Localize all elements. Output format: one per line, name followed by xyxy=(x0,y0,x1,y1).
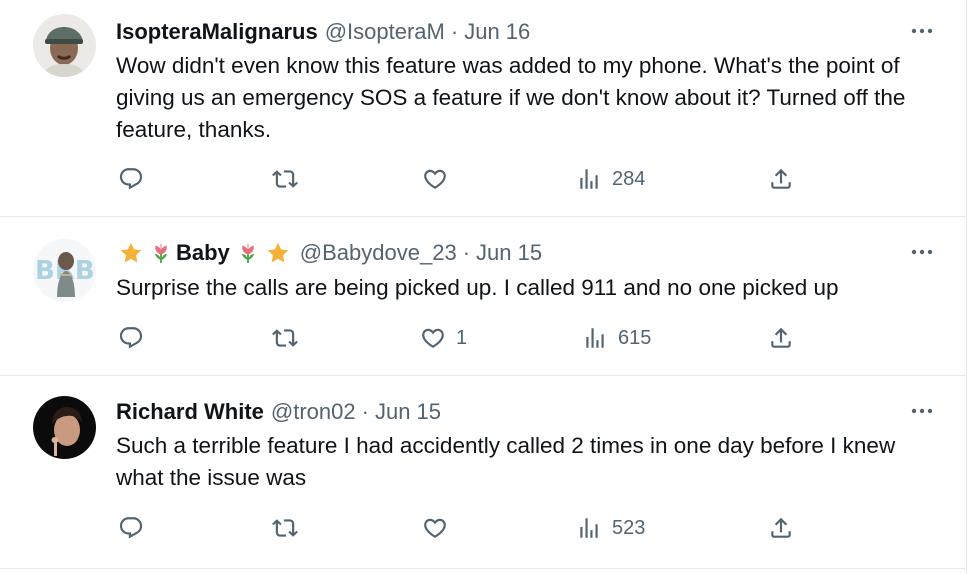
display-name[interactable]: Baby xyxy=(176,240,230,266)
share-button[interactable] xyxy=(768,166,794,192)
display-name[interactable]: Richard White xyxy=(116,399,264,425)
tweet-text: Such a terrible feature I had accidently… xyxy=(116,433,896,490)
more-dots-icon xyxy=(910,27,934,35)
tweet-3[interactable]: Richard White @tron02 · Jun 15 Such a te… xyxy=(0,376,966,569)
views-button[interactable]: 284 xyxy=(576,166,645,192)
tweet-header: IsopteraMalignarus @IsopteraM · Jun 16 xyxy=(116,18,530,46)
reply-button[interactable] xyxy=(118,325,154,351)
like-button[interactable] xyxy=(422,515,458,541)
tweet-1[interactable]: IsopteraMalignarus @IsopteraM · Jun 16 W… xyxy=(0,0,966,217)
views-icon xyxy=(582,325,608,351)
separator-dot: · xyxy=(361,399,369,424)
share-icon xyxy=(768,166,794,192)
more-options-button[interactable] xyxy=(908,21,936,41)
share-icon xyxy=(768,515,794,541)
timestamp[interactable]: Jun 16 xyxy=(464,19,530,45)
reply-button[interactable] xyxy=(118,166,154,192)
reply-feed: IsopteraMalignarus @IsopteraM · Jun 16 W… xyxy=(0,0,974,574)
more-options-button[interactable] xyxy=(908,242,936,262)
views-count: 284 xyxy=(612,167,646,190)
tweet-actions: 523 xyxy=(0,515,966,545)
like-icon xyxy=(422,166,448,192)
timestamp[interactable]: Jun 15 xyxy=(375,399,441,425)
like-count: 1 xyxy=(456,326,468,349)
like-icon xyxy=(420,325,446,351)
more-options-button[interactable] xyxy=(908,401,936,421)
reply-button[interactable] xyxy=(118,515,154,541)
tulip-emoji xyxy=(236,241,260,265)
tweet-header: Baby @Babydove_23 · Jun 15 xyxy=(116,239,542,267)
like-button[interactable]: 1 xyxy=(420,325,467,351)
views-count: 615 xyxy=(618,326,652,349)
share-button[interactable] xyxy=(768,515,794,541)
tweet-actions: 284 xyxy=(0,166,966,196)
avatar[interactable] xyxy=(33,396,96,459)
like-button[interactable] xyxy=(422,166,458,192)
share-button[interactable] xyxy=(768,325,794,351)
tweet-text: Wow didn't even know this feature was ad… xyxy=(116,53,906,142)
user-handle[interactable]: @IsopteraM xyxy=(325,19,445,45)
repost-button[interactable] xyxy=(272,166,308,192)
star-emoji xyxy=(266,241,290,265)
reply-icon xyxy=(118,166,144,192)
repost-icon xyxy=(272,166,298,192)
column-border xyxy=(966,0,967,574)
views-button[interactable]: 615 xyxy=(582,325,651,351)
display-name[interactable]: IsopteraMalignarus xyxy=(116,19,318,45)
tweet-text: Surprise the calls are being picked up. … xyxy=(116,275,839,300)
views-count: 523 xyxy=(612,516,646,539)
like-icon xyxy=(422,515,448,541)
views-icon xyxy=(576,515,602,541)
repost-button[interactable] xyxy=(272,325,308,351)
share-icon xyxy=(768,325,794,351)
views-icon xyxy=(576,166,602,192)
tweet-2[interactable]: BRB Baby @Babydove_23 · Jun 15 Surprise … xyxy=(0,217,966,376)
repost-button[interactable] xyxy=(272,515,308,541)
reply-icon xyxy=(118,325,144,351)
more-dots-icon xyxy=(910,407,934,415)
more-dots-icon xyxy=(910,248,934,256)
repost-icon xyxy=(272,515,298,541)
avatar[interactable] xyxy=(33,14,96,77)
avatar[interactable]: BRB xyxy=(33,239,96,302)
tulip-emoji xyxy=(149,241,173,265)
views-button[interactable]: 523 xyxy=(576,515,645,541)
user-handle[interactable]: @Babydove_23 xyxy=(300,240,457,266)
tweet-header: Richard White @tron02 · Jun 15 xyxy=(116,398,441,426)
user-handle[interactable]: @tron02 xyxy=(271,399,356,425)
tweet-actions: 1 615 xyxy=(0,325,966,355)
separator-dot: · xyxy=(450,19,459,44)
timestamp[interactable]: Jun 15 xyxy=(476,240,542,266)
repost-icon xyxy=(272,325,298,351)
star-emoji xyxy=(119,241,143,265)
reply-icon xyxy=(118,515,144,541)
separator-dot: · xyxy=(462,240,471,265)
